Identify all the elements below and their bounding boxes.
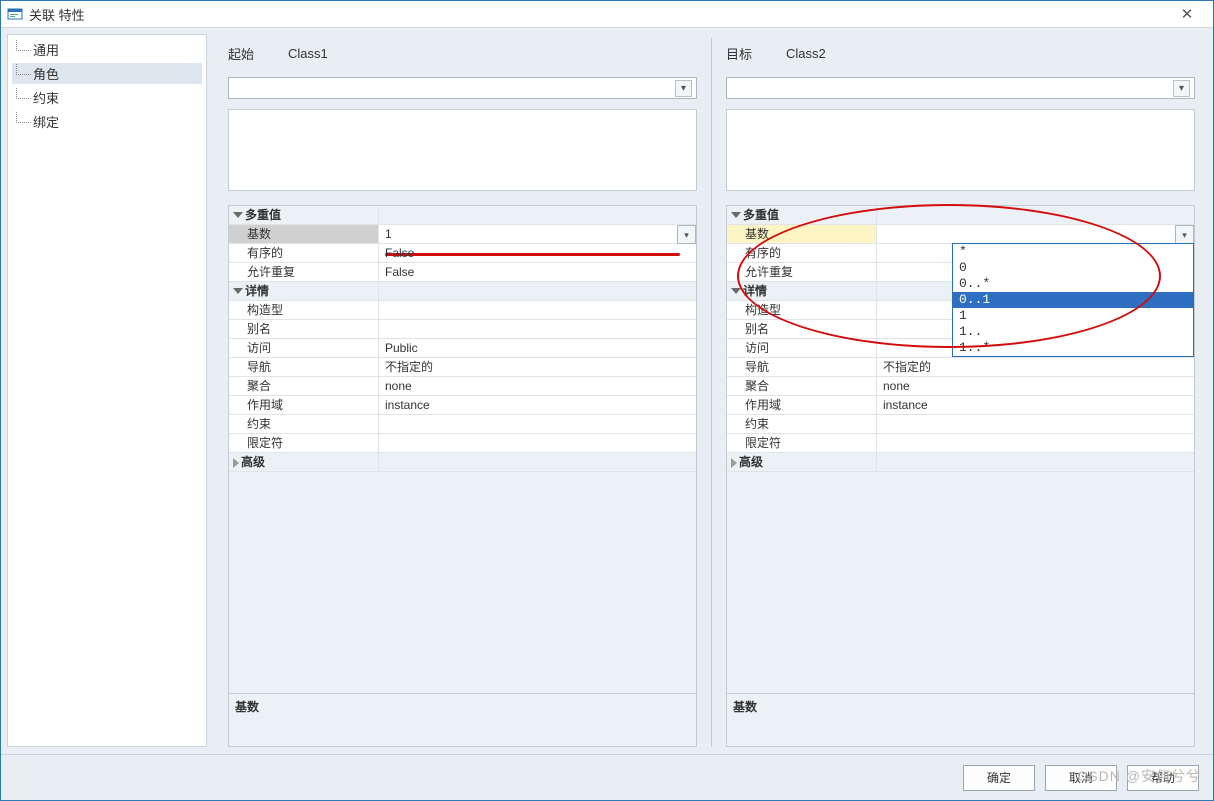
close-icon[interactable]: ✕ (1167, 5, 1207, 23)
target-panel: 目标 Class2 ▾ 多重值 基数 (711, 38, 1209, 747)
source-panel: 起始 Class1 ▾ 多重值 基数 1 (214, 38, 711, 747)
dropdown-option[interactable]: 0..1 (953, 292, 1193, 308)
target-row-constraint[interactable]: 约束 (727, 415, 1194, 434)
target-row-qualifier[interactable]: 限定符 (727, 434, 1194, 453)
source-row-navigation[interactable]: 导航不指定的 (229, 358, 696, 377)
source-row-scope[interactable]: 作用域instance (229, 396, 696, 415)
dialog-window: 关联 特性 ✕ 通用角色约束绑定 起始 Class1 ▾ (0, 0, 1214, 801)
source-row-stereotype[interactable]: 构造型 (229, 301, 696, 320)
target-header: 目标 Class2 (726, 44, 1195, 63)
target-header-class: Class2 (786, 46, 826, 61)
sidebar-item-2[interactable]: 约束 (12, 87, 202, 108)
source-row-qualifier[interactable]: 限定符 (229, 434, 696, 453)
ok-button[interactable]: 确定 (963, 765, 1035, 791)
target-role-combo[interactable]: ▾ (726, 77, 1195, 99)
chevron-down-icon[interactable]: ▾ (677, 225, 696, 244)
app-icon (7, 6, 23, 22)
source-footer-label: 基数 (229, 693, 696, 746)
target-footer-label: 基数 (727, 693, 1194, 746)
target-notes[interactable] (726, 109, 1195, 191)
source-header-label: 起始 (228, 44, 288, 63)
sidebar-item-0[interactable]: 通用 (12, 39, 202, 60)
source-header-class: Class1 (288, 46, 328, 61)
source-row-aggregation[interactable]: 聚合none (229, 377, 696, 396)
target-row-aggregation[interactable]: 聚合none (727, 377, 1194, 396)
help-button[interactable]: 帮助 (1127, 765, 1199, 791)
source-group-multiplicity[interactable]: 多重值 (229, 206, 696, 225)
cardinality-dropdown[interactable]: *00..*0..111..1..* (952, 243, 1194, 357)
center-panels: 起始 Class1 ▾ 多重值 基数 1 (210, 28, 1213, 753)
sidebar-item-1[interactable]: 角色 (12, 63, 202, 84)
dropdown-option[interactable]: 0..* (953, 276, 1193, 292)
source-row-constraint[interactable]: 约束 (229, 415, 696, 434)
chevron-down-icon: ▾ (1173, 80, 1190, 97)
target-group-advanced[interactable]: 高级 (727, 453, 1194, 472)
titlebar: 关联 特性 ✕ (1, 1, 1213, 28)
target-row-navigation[interactable]: 导航不指定的 (727, 358, 1194, 377)
dropdown-option[interactable]: 1 (953, 308, 1193, 324)
target-row-scope[interactable]: 作用域instance (727, 396, 1194, 415)
source-role-combo[interactable]: ▾ (228, 77, 697, 99)
button-bar: 确定 取消 帮助 (1, 754, 1213, 800)
source-propgrid: 多重值 基数 1 ▾ 有序的 False (228, 205, 697, 747)
source-row-allow-duplicate[interactable]: 允许重复 False (229, 263, 696, 282)
dropdown-option[interactable]: 0 (953, 260, 1193, 276)
window-title: 关联 特性 (29, 5, 1167, 24)
chevron-down-icon[interactable]: ▾ (1175, 225, 1194, 244)
dropdown-option[interactable]: 1..* (953, 340, 1193, 356)
source-notes[interactable] (228, 109, 697, 191)
dropdown-option[interactable]: * (953, 244, 1193, 260)
target-header-label: 目标 (726, 44, 786, 63)
cancel-button[interactable]: 取消 (1045, 765, 1117, 791)
chevron-down-icon: ▾ (675, 80, 692, 97)
source-row-ordered[interactable]: 有序的 False (229, 244, 696, 263)
source-row-alias[interactable]: 别名 (229, 320, 696, 339)
sidebar-item-3[interactable]: 绑定 (12, 111, 202, 132)
target-row-cardinality[interactable]: 基数 ▾ *00..*0..111..1..* (727, 225, 1194, 244)
source-row-cardinality[interactable]: 基数 1 ▾ (229, 225, 696, 244)
dropdown-option[interactable]: 1.. (953, 324, 1193, 340)
target-propgrid: 多重值 基数 ▾ *00..*0..111..1..* 有序的 (726, 205, 1195, 747)
target-group-multiplicity[interactable]: 多重值 (727, 206, 1194, 225)
sidebar: 通用角色约束绑定 (7, 34, 207, 747)
source-header: 起始 Class1 (228, 44, 697, 63)
source-row-access[interactable]: 访问Public (229, 339, 696, 358)
source-group-advanced[interactable]: 高级 (229, 453, 696, 472)
source-group-detail[interactable]: 详情 (229, 282, 696, 301)
